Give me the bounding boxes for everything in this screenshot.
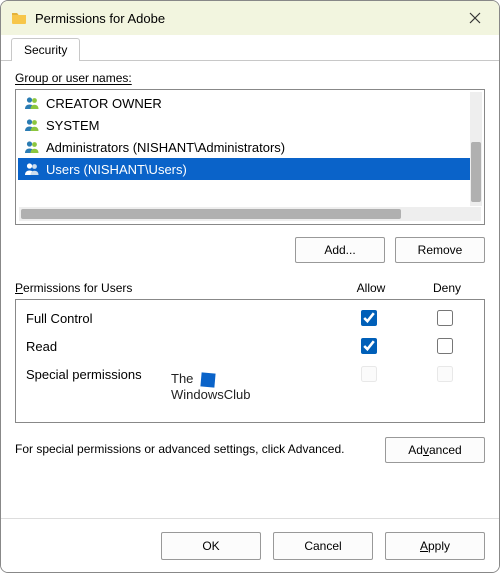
group-list[interactable]: CREATOR OWNER SYSTEM Administrators (NISHA… bbox=[18, 92, 482, 207]
remove-button[interactable]: Remove bbox=[395, 237, 485, 263]
deny-checkbox[interactable] bbox=[437, 338, 453, 354]
permission-row: Full Control bbox=[18, 304, 482, 332]
scrollbar-thumb[interactable] bbox=[471, 142, 481, 202]
close-icon bbox=[469, 12, 481, 24]
permissions-list-box: Full Control Read Special permissions bbox=[15, 299, 485, 423]
permissions-for-label: Permissions for Users bbox=[15, 281, 333, 295]
advanced-row: For special permissions or advanced sett… bbox=[15, 437, 485, 463]
close-button[interactable] bbox=[461, 4, 489, 32]
ok-button[interactable]: OK bbox=[161, 532, 261, 560]
vertical-scrollbar[interactable] bbox=[470, 92, 482, 206]
users-icon bbox=[24, 139, 40, 155]
add-button[interactable]: Add... bbox=[295, 237, 385, 263]
group-item-label: CREATOR OWNER bbox=[46, 96, 162, 111]
group-buttons-row: Add... Remove bbox=[15, 237, 485, 263]
group-item[interactable]: Administrators (NISHANT\Administrators) bbox=[18, 136, 482, 158]
users-icon bbox=[24, 117, 40, 133]
permissions-header: Permissions for Users Allow Deny bbox=[15, 281, 485, 295]
group-item[interactable]: Users (NISHANT\Users) bbox=[18, 158, 482, 180]
group-item-label: Administrators (NISHANT\Administrators) bbox=[46, 140, 285, 155]
group-item-label: Users (NISHANT\Users) bbox=[46, 162, 187, 177]
permission-name: Special permissions bbox=[26, 367, 330, 382]
permission-row: Read bbox=[18, 332, 482, 360]
deny-checkbox bbox=[437, 366, 453, 382]
group-list-box: CREATOR OWNER SYSTEM Administrators (NISHA… bbox=[15, 89, 485, 225]
folder-icon bbox=[11, 10, 27, 26]
deny-checkbox[interactable] bbox=[437, 310, 453, 326]
deny-column-header: Deny bbox=[409, 281, 485, 295]
users-icon bbox=[24, 161, 40, 177]
permissions-dialog: Permissions for Adobe Security Group or … bbox=[0, 0, 500, 573]
advanced-text: For special permissions or advanced sett… bbox=[15, 442, 375, 458]
allow-checkbox[interactable] bbox=[361, 310, 377, 326]
advanced-button[interactable]: Advanced bbox=[385, 437, 485, 463]
tab-strip: Security bbox=[1, 35, 499, 61]
tab-security[interactable]: Security bbox=[11, 38, 80, 61]
titlebar: Permissions for Adobe bbox=[1, 1, 499, 35]
group-item-label: SYSTEM bbox=[46, 118, 99, 133]
group-item[interactable]: CREATOR OWNER bbox=[18, 92, 482, 114]
permission-name: Read bbox=[26, 339, 330, 354]
cancel-button[interactable]: Cancel bbox=[273, 532, 373, 560]
window-title: Permissions for Adobe bbox=[35, 11, 453, 26]
group-item[interactable]: SYSTEM bbox=[18, 114, 482, 136]
horizontal-scrollbar[interactable] bbox=[19, 207, 481, 221]
dialog-footer: OK Cancel Apply bbox=[1, 518, 499, 572]
dialog-content: Group or user names: CREATOR OWNER SYSTEM… bbox=[1, 61, 499, 518]
group-names-label: Group or user names: bbox=[15, 71, 485, 85]
users-icon bbox=[24, 95, 40, 111]
scrollbar-thumb[interactable] bbox=[21, 209, 401, 219]
apply-button[interactable]: Apply bbox=[385, 532, 485, 560]
permission-row: Special permissions bbox=[18, 360, 482, 388]
allow-checkbox bbox=[361, 366, 377, 382]
allow-checkbox[interactable] bbox=[361, 338, 377, 354]
allow-column-header: Allow bbox=[333, 281, 409, 295]
permission-name: Full Control bbox=[26, 311, 330, 326]
